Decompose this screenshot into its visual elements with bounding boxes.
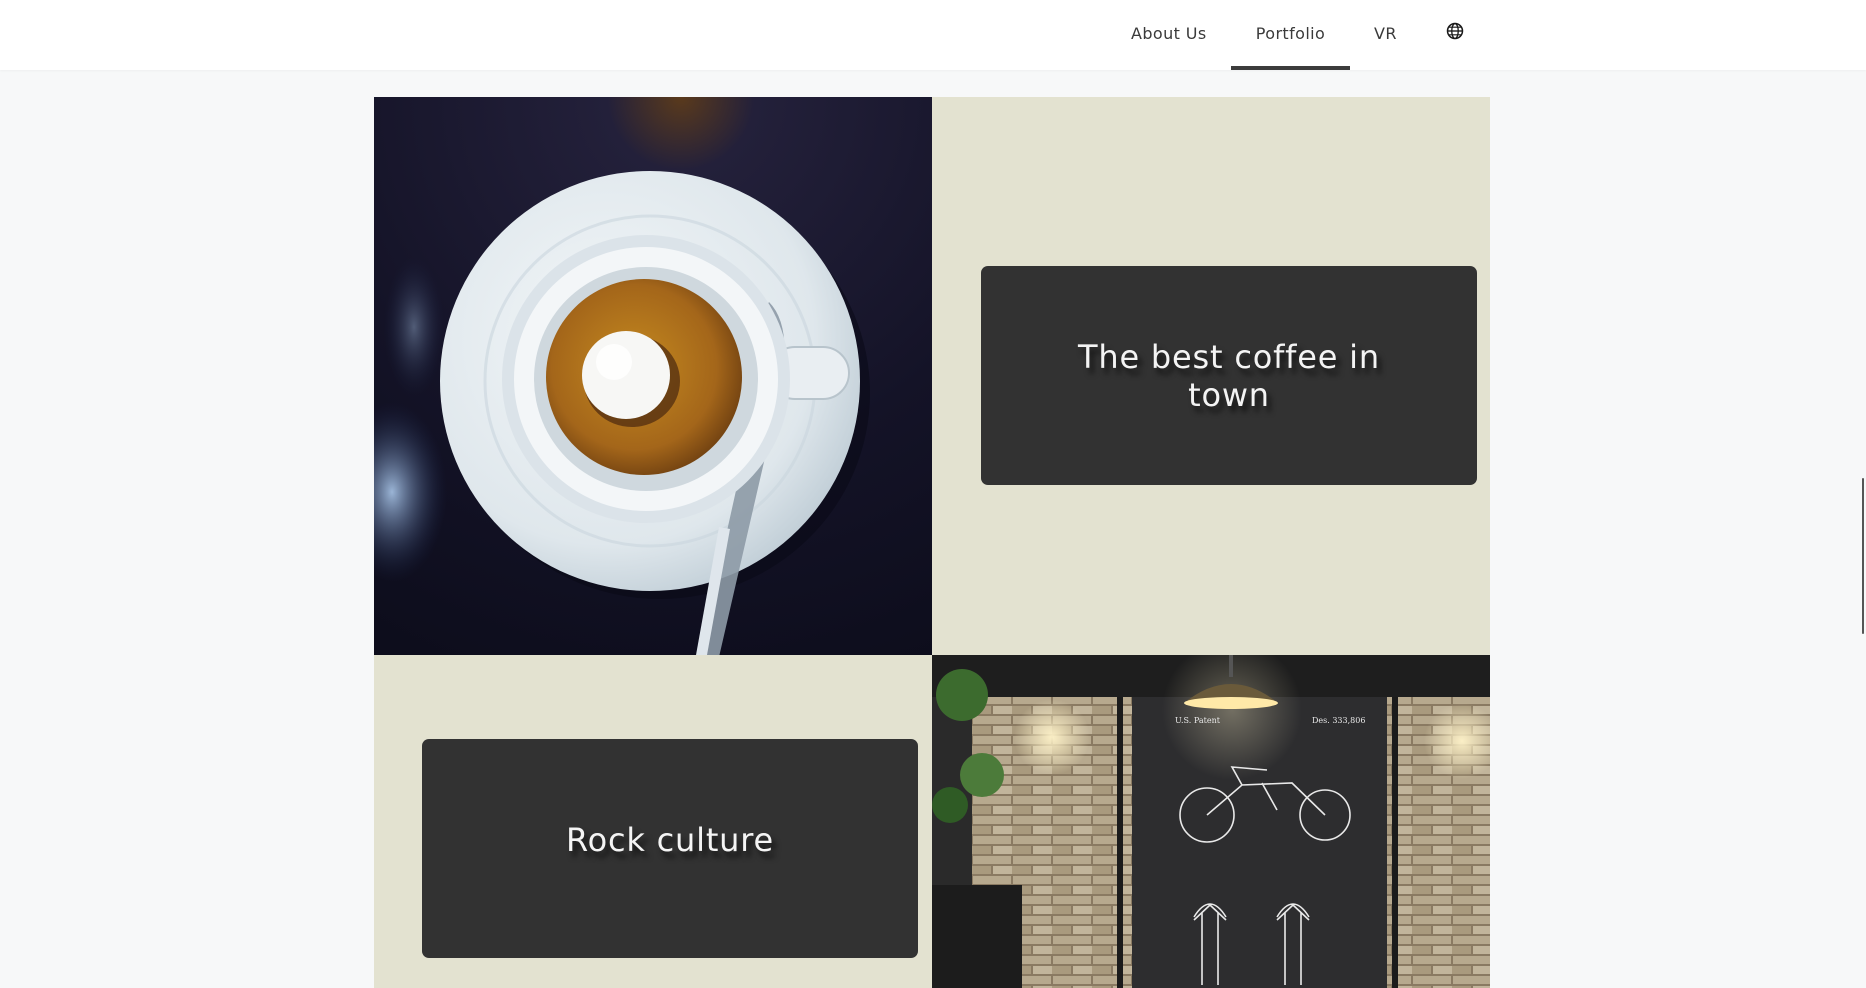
coffee-card-title: The best coffee in town	[1078, 337, 1380, 414]
svg-text:Des. 333,806: Des. 333,806	[1312, 716, 1365, 725]
rock-culture-tile: Rock culture	[374, 655, 932, 988]
nav-portfolio[interactable]: Portfolio	[1231, 0, 1350, 70]
espresso-cup-photo	[374, 97, 932, 655]
top-navigation-bar: About Us Portfolio VR	[0, 0, 1866, 70]
coffee-tile: The best coffee in town	[932, 97, 1490, 655]
svg-text:U.S. Patent: U.S. Patent	[1175, 716, 1221, 725]
page-scrollbar[interactable]	[1862, 478, 1864, 634]
nav-about-us[interactable]: About Us	[1131, 0, 1207, 70]
rock-culture-card-title: Rock culture	[565, 820, 774, 859]
globe-icon[interactable]	[1446, 22, 1464, 40]
rock-culture-card[interactable]: Rock culture	[422, 739, 918, 958]
coffee-card[interactable]: The best coffee in town	[981, 266, 1477, 485]
nav-vr[interactable]: VR	[1374, 0, 1397, 70]
motorcycle-blueprint-wall-photo: U.S. Patent Des. 333,806	[932, 655, 1490, 988]
